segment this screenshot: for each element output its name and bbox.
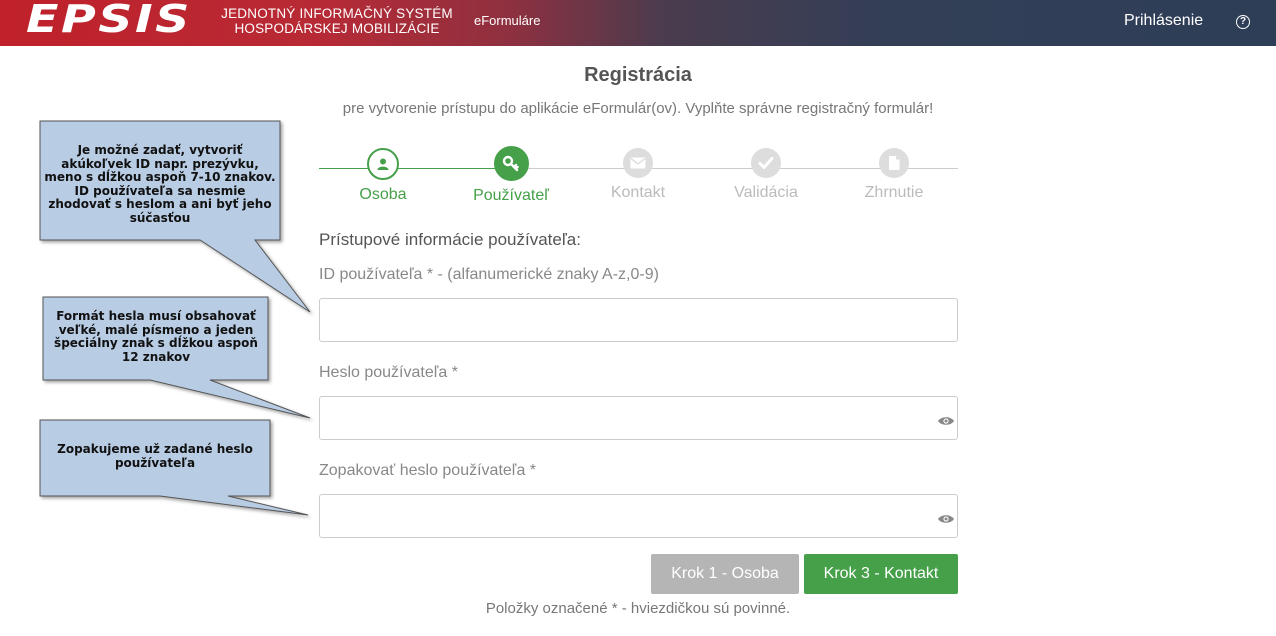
system-title: JEDNOTNÝ INFORMAČNÝ SYSTÉM HOSPODÁRSKEJ … — [218, 6, 456, 36]
eye-icon[interactable] — [937, 415, 955, 427]
next-step-button[interactable]: Krok 3 - Kontakt — [804, 554, 958, 594]
help-icon[interactable]: ? — [1236, 15, 1250, 29]
step-osoba[interactable]: Osoba — [319, 148, 447, 204]
user-id-input[interactable] — [320, 299, 957, 341]
envelope-icon — [623, 148, 653, 178]
eye-icon[interactable] — [937, 513, 955, 525]
system-title-line2: HOSPODÁRSKEJ MOBILIZÁCIE — [234, 21, 440, 36]
system-title-line1: JEDNOTNÝ INFORMAČNÝ SYSTÉM — [221, 6, 453, 21]
step-kontakt[interactable]: Kontakt — [574, 148, 702, 202]
step-validacia[interactable]: Validácia — [702, 148, 830, 202]
page-subtitle-text: pre vytvorenie prístupu do aplikácie eFo… — [342, 100, 934, 117]
user-icon — [367, 148, 399, 180]
password-field[interactable] — [319, 396, 958, 440]
registration-stepper: Osoba Používateľ Kontakt Validácia Zhrnu… — [319, 140, 958, 210]
required-fields-note: Položky označené * - hviezdičkou sú povi… — [485, 600, 791, 617]
step-label: Osoba — [359, 186, 407, 203]
step-zhrnutie[interactable]: Zhrnutie — [830, 148, 958, 202]
document-icon — [879, 148, 909, 178]
top-header: EPSIS JEDNOTNÝ INFORMAČNÝ SYSTÉM HOSPODÁ… — [0, 0, 1276, 46]
step-label: Kontakt — [610, 184, 666, 201]
section-title: Prístupové informácie používateľa: — [319, 230, 581, 249]
epsis-logo[interactable]: EPSIS — [26, 0, 192, 38]
step-label: Validácia — [734, 184, 798, 201]
step-label: Zhrnutie — [864, 184, 924, 201]
login-link[interactable]: Prihlásenie — [1124, 12, 1203, 30]
user-id-field[interactable] — [319, 298, 958, 342]
user-id-label: ID používateľa * - (alfanumerické znaky … — [319, 266, 659, 283]
password-input[interactable] — [320, 397, 957, 439]
step-label: Používateľ — [473, 187, 549, 204]
key-icon — [493, 146, 529, 181]
page-title: Registrácia — [584, 64, 692, 86]
check-icon — [751, 148, 781, 178]
password-repeat-label: Zopakovať heslo používateľa * — [319, 462, 537, 479]
callout-repeat-text: Zopakujeme už zadané heslo používateľa — [57, 442, 253, 470]
back-step-button[interactable]: Krok 1 - Osoba — [651, 554, 799, 594]
password-label: Heslo používateľa * — [319, 364, 458, 381]
callout-user-id-text: Je možné zadať, vytvoriť akúkoľvek ID na… — [44, 143, 276, 225]
password-repeat-input[interactable] — [320, 495, 957, 537]
password-repeat-field[interactable] — [319, 494, 958, 538]
step-pouzivatel[interactable]: Používateľ — [447, 146, 575, 205]
app-name-link[interactable]: eFormuláre — [474, 13, 540, 28]
page-subtitle: pre vytvorenie prístupu do aplikácie eFo… — [0, 100, 1276, 117]
callout-password-text: Formát hesla musí obsahovať veľké, malé … — [54, 309, 258, 364]
